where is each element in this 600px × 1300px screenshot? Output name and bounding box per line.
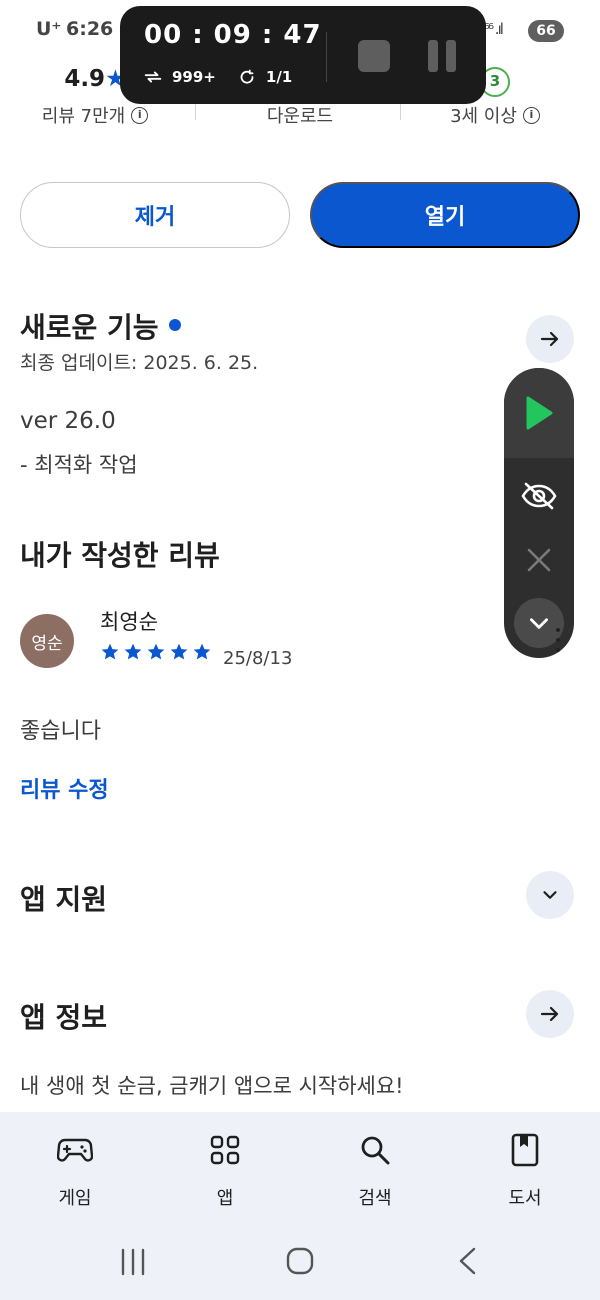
loop-count: 999+ [172,68,216,86]
nav-label: 앱 [216,1188,234,1209]
uninstall-button[interactable]: 제거 [20,182,290,248]
system-navigation-bar [0,1232,600,1300]
nav-label: 게임 [58,1188,92,1209]
app-info-arrow-button[interactable] [526,990,574,1038]
star-icon [147,643,165,660]
divider [326,32,327,82]
gamepad-icon [57,1138,93,1162]
nav-label: 검색 [358,1188,392,1209]
arrow-right-icon [540,1006,559,1022]
loop-icon [144,71,162,83]
recording-elapsed-time: 00 : 09 : 47 [144,20,322,50]
close-button[interactable] [504,530,574,590]
pause-button[interactable] [426,40,458,72]
app-description: 내 생애 첫 순금, 금캐기 앱으로 시작하세요! [20,1074,404,1098]
open-button[interactable]: 열기 [310,182,580,248]
nav-item-books[interactable]: 도서 [475,1130,575,1210]
carrier-label: U⁺ [36,18,62,40]
edit-review-link[interactable]: 리뷰 수정 [20,772,109,804]
home-icon[interactable] [285,1246,315,1276]
star-icon [101,643,119,660]
info-icon[interactable]: i [131,106,149,124]
review-date: 25/8/13 [223,648,293,669]
nav-item-search[interactable]: 검색 [325,1130,425,1210]
search-icon [361,1136,390,1165]
apps-grid-icon [210,1135,240,1165]
info-icon[interactable]: i [522,106,540,124]
recent-apps-icon[interactable] [118,1248,148,1276]
chevron-down-icon [530,618,548,629]
nav-label: 도서 [508,1188,542,1209]
repeat-count: 1/1 [265,68,293,86]
battery-indicator: 66 [528,20,564,42]
whats-new-arrow-button[interactable] [526,315,574,363]
age-rating-label: 3세 이상 [450,106,517,127]
star-icon [193,643,211,660]
floating-control-panel [504,368,574,658]
reviewer-name: 최영순 [100,610,158,634]
close-icon [527,548,551,572]
my-review-title: 내가 작성한 리뷰 [20,539,220,572]
avatar: 영순 [20,614,74,668]
screen-recorder-overlay: 00 : 09 : 47 999+ 1/1 [120,6,486,104]
star-icon [124,643,142,660]
review-count-label: 리뷰 7만개 [41,106,126,127]
signal-icon: ⁵⁶ .ıl [484,20,504,38]
chevron-down-icon [543,891,557,899]
status-time: 6:26 [66,18,114,40]
nav-item-games[interactable]: 게임 [25,1130,125,1210]
review-text: 좋습니다 [20,719,101,744]
last-updated-text: 최종 업데이트: 2025. 6. 25. [20,352,259,374]
arrow-right-icon [540,331,559,347]
nav-item-apps[interactable]: 앱 [175,1130,275,1210]
new-indicator-dot [168,319,181,331]
downloads-label: 다운로드 [266,106,334,127]
play-button[interactable] [504,368,574,458]
recorder-meta: 999+ 1/1 [142,68,292,86]
stop-button[interactable] [358,40,390,72]
bottom-navigation: 게임 앱 검색 도서 [0,1112,600,1232]
drag-handle[interactable] [556,628,562,658]
app-info-title: 앱 정보 [20,1001,108,1034]
app-support-title: 앱 지원 [20,883,108,916]
review-stars [100,642,212,662]
eye-off-icon [521,482,557,510]
repeat-icon [240,69,254,84]
play-icon [526,396,553,430]
star-icon [170,643,188,660]
book-icon [511,1133,539,1167]
app-support-expand-button[interactable] [526,871,574,919]
whats-new-title: 새로운 기능 [20,306,181,346]
back-icon[interactable] [456,1246,480,1276]
hide-button[interactable] [504,466,574,526]
version-text: ver 26.0 [20,408,116,434]
release-notes: - 최적화 작업 [20,453,138,477]
